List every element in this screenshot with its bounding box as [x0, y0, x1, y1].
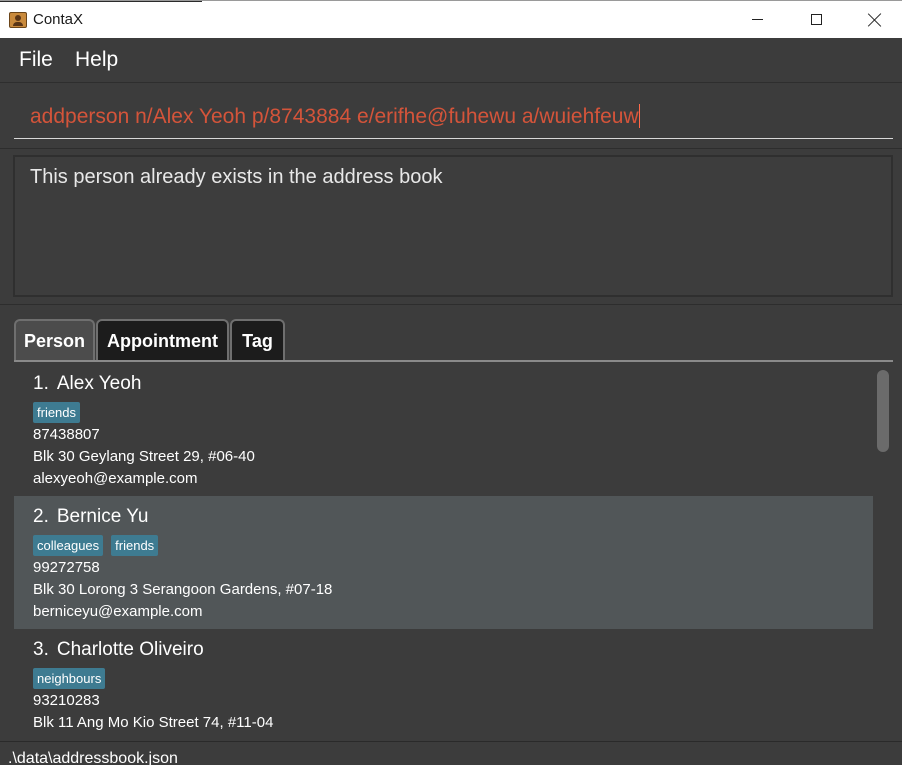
- person-phone: 93210283: [33, 692, 100, 709]
- tag-badge: neighbours: [33, 668, 106, 689]
- list-scrollbar[interactable]: [873, 363, 893, 741]
- tab-person[interactable]: Person: [14, 319, 95, 361]
- tab-underline: [14, 360, 893, 362]
- person-index: 2.: [33, 506, 49, 527]
- minimize-button[interactable]: [728, 1, 786, 38]
- minimize-icon: [751, 19, 763, 20]
- command-box: addperson n/Alex Yeoh p/8743884 e/erifhe…: [0, 84, 902, 147]
- tag-badge: friends: [33, 402, 81, 423]
- result-message: This person already exists in the addres…: [30, 166, 443, 188]
- close-button[interactable]: [846, 1, 902, 38]
- scrollbar-thumb[interactable]: [877, 370, 889, 452]
- maximize-button[interactable]: [787, 1, 845, 38]
- person-name: Bernice Yu: [56, 506, 149, 527]
- person-address: Blk 30 Geylang Street 29, #06-40: [33, 448, 255, 465]
- tab-tag[interactable]: Tag: [230, 319, 285, 361]
- tag-badge: friends: [111, 535, 159, 556]
- window-title: ContaX: [33, 11, 84, 28]
- person-phone: 87438807: [33, 426, 100, 443]
- text-caret: [638, 104, 640, 128]
- person-name: Charlotte Oliveiro: [56, 639, 204, 660]
- menu-help[interactable]: Help: [75, 48, 118, 72]
- person-email: alexyeoh@example.com: [33, 470, 198, 487]
- person-index: 1.: [33, 373, 49, 394]
- person-list[interactable]: 1. Alex Yeoh friends 87438807 Blk 30 Geyl…: [14, 363, 873, 741]
- status-bar: .\data\addressbook.json: [0, 741, 902, 765]
- person-name: Alex Yeoh: [56, 373, 142, 394]
- command-text: addperson n/Alex Yeoh p/8743884 e/erifhe…: [30, 105, 639, 128]
- person-tags: friends: [33, 402, 81, 423]
- person-tags: neighbours: [33, 668, 106, 689]
- close-icon: [868, 13, 882, 27]
- menu-bar: File Help: [0, 38, 902, 83]
- person-tags: colleagues friends: [33, 535, 159, 556]
- maximize-icon: [810, 14, 822, 25]
- person-address: Blk 30 Lorong 3 Serangoon Gardens, #07-1…: [33, 581, 333, 598]
- command-input[interactable]: addperson n/Alex Yeoh p/8743884 e/erifhe…: [14, 98, 893, 139]
- person-card[interactable]: 1. Alex Yeoh friends 87438807 Blk 30 Geyl…: [14, 363, 873, 496]
- save-file-path: .\data\addressbook.json: [8, 750, 178, 765]
- person-card[interactable]: 2. Bernice Yu colleagues friends 99272758…: [14, 496, 873, 629]
- result-display: This person already exists in the addres…: [13, 155, 893, 297]
- contacts-book-icon: [9, 12, 27, 28]
- person-index: 3.: [33, 639, 49, 660]
- title-bar: ContaX: [0, 0, 902, 38]
- person-email: berniceyu@example.com: [33, 603, 203, 620]
- person-address: Blk 11 Ang Mo Kio Street 74, #11-04: [33, 714, 274, 731]
- menu-file[interactable]: File: [19, 48, 53, 72]
- person-phone: 99272758: [33, 559, 100, 576]
- tab-appointment[interactable]: Appointment: [96, 319, 229, 361]
- person-card[interactable]: 3. Charlotte Oliveiro neighbours 93210283…: [14, 629, 873, 741]
- tag-badge: colleagues: [33, 535, 104, 556]
